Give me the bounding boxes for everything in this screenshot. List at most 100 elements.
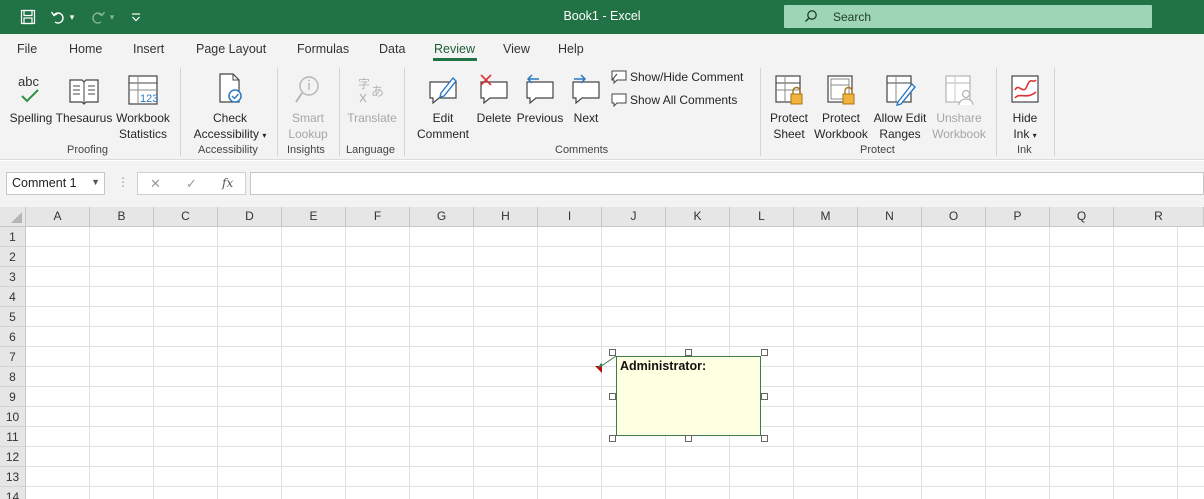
- redo-icon[interactable]: [88, 8, 108, 26]
- protect-workbook-button[interactable]: Protect Workbook: [812, 70, 870, 142]
- tab-help[interactable]: Help: [558, 42, 584, 56]
- group-accessibility-label: Accessibility: [198, 144, 258, 156]
- column-header-g[interactable]: G: [410, 207, 474, 227]
- formula-buttons: ✕ ✓ fx: [137, 172, 246, 195]
- column-header-e[interactable]: E: [282, 207, 346, 227]
- ribbon-separator: [277, 68, 278, 156]
- resize-handle-top-right[interactable]: [761, 349, 768, 356]
- row-header-5[interactable]: 5: [0, 307, 26, 327]
- row-header-4[interactable]: 4: [0, 287, 26, 307]
- column-header-n[interactable]: N: [858, 207, 922, 227]
- tab-data[interactable]: Data: [379, 42, 405, 56]
- tab-home[interactable]: Home: [69, 42, 102, 56]
- select-all-button[interactable]: [0, 207, 26, 227]
- protect-workbook-label-2: Workbook: [814, 127, 868, 141]
- formula-input[interactable]: [250, 172, 1204, 195]
- column-header-d[interactable]: D: [218, 207, 282, 227]
- row-header-12[interactable]: 12: [0, 447, 26, 467]
- tab-review[interactable]: Review: [434, 42, 475, 56]
- workbook-statistics-label-1: Workbook: [116, 111, 170, 125]
- row-header-11[interactable]: 11: [0, 427, 26, 447]
- redo-dropdown-icon[interactable]: ▾: [106, 8, 118, 26]
- undo-icon[interactable]: [48, 8, 68, 26]
- resize-handle-top[interactable]: [685, 349, 692, 356]
- resize-handle-right[interactable]: [761, 393, 768, 400]
- customize-toolbar-icon[interactable]: [126, 8, 146, 26]
- next-comment-button[interactable]: Next: [566, 70, 606, 126]
- row-header-10[interactable]: 10: [0, 407, 26, 427]
- show-hide-comment-label: Show/Hide Comment: [630, 70, 744, 84]
- resize-handle-bottom-left[interactable]: [609, 435, 616, 442]
- show-all-comments-button[interactable]: Show All Comments: [611, 93, 737, 107]
- row-header-8[interactable]: 8: [0, 367, 26, 387]
- confirm-entry-icon[interactable]: ✓: [186, 176, 197, 192]
- tab-insert[interactable]: Insert: [133, 42, 164, 56]
- column-header-q[interactable]: Q: [1050, 207, 1114, 227]
- thesaurus-label: Thesaurus: [55, 111, 113, 125]
- column-header-k[interactable]: K: [666, 207, 730, 227]
- resize-handle-bottom-right[interactable]: [761, 435, 768, 442]
- formula-bar-grip-icon[interactable]: ⋮: [117, 175, 129, 189]
- column-header-a[interactable]: A: [26, 207, 90, 227]
- row-header-2[interactable]: 2: [0, 247, 26, 267]
- previous-comment-button[interactable]: Previous: [516, 70, 564, 126]
- comment-box[interactable]: Administrator:: [616, 356, 761, 436]
- previous-comment-label: Previous: [516, 111, 564, 125]
- smart-lookup-button[interactable]: Smart Lookup: [283, 70, 333, 142]
- check-accessibility-button[interactable]: Check Accessibility ▾: [188, 70, 272, 144]
- edit-comment-button[interactable]: Edit Comment: [414, 70, 472, 142]
- group-protect-label: Protect: [860, 144, 895, 156]
- hide-ink-button[interactable]: Hide Ink ▾: [1004, 70, 1046, 144]
- column-header-c[interactable]: C: [154, 207, 218, 227]
- workbook-statistics-button[interactable]: 123 Workbook Statistics: [114, 70, 172, 142]
- spelling-button[interactable]: abc Spelling: [8, 70, 54, 126]
- resize-handle-top-left[interactable]: [609, 349, 616, 356]
- save-icon[interactable]: [18, 8, 38, 26]
- column-header-l[interactable]: L: [730, 207, 794, 227]
- delete-comment-button[interactable]: Delete: [474, 70, 514, 126]
- allow-edit-ranges-button[interactable]: Allow Edit Ranges: [872, 70, 928, 142]
- workbook-statistics-icon: 123: [125, 70, 161, 106]
- tab-file[interactable]: File: [17, 42, 37, 56]
- column-header-m[interactable]: M: [794, 207, 858, 227]
- protect-workbook-label-1: Protect: [821, 111, 860, 125]
- translate-button[interactable]: 字あ Translate: [344, 70, 400, 126]
- tab-page-layout[interactable]: Page Layout: [196, 42, 266, 56]
- column-header-b[interactable]: B: [90, 207, 154, 227]
- show-hide-comment-button[interactable]: Show/Hide Comment: [611, 70, 743, 84]
- row-header-6[interactable]: 6: [0, 327, 26, 347]
- column-header-i[interactable]: I: [538, 207, 602, 227]
- column-header-p[interactable]: P: [986, 207, 1050, 227]
- name-box[interactable]: Comment 1 ▼: [6, 172, 105, 195]
- resize-handle-left[interactable]: [609, 393, 616, 400]
- excel-window: ▾ ▾ Book1 - Excel Search File Home Inser…: [0, 0, 1204, 499]
- column-header-o[interactable]: O: [922, 207, 986, 227]
- tab-formulas[interactable]: Formulas: [297, 42, 349, 56]
- cancel-entry-icon[interactable]: ✕: [150, 176, 161, 192]
- column-header-f[interactable]: F: [346, 207, 410, 227]
- check-accessibility-icon: [212, 70, 248, 106]
- comment-connector-arrow: [597, 355, 617, 369]
- column-header-r[interactable]: R: [1114, 207, 1204, 227]
- protect-sheet-button[interactable]: Protect Sheet: [766, 70, 812, 142]
- group-insights-label: Insights: [287, 144, 325, 156]
- unshare-workbook-icon: [941, 70, 977, 106]
- row-header-9[interactable]: 9: [0, 387, 26, 407]
- row-header-3[interactable]: 3: [0, 267, 26, 287]
- row-header-13[interactable]: 13: [0, 467, 26, 487]
- resize-handle-bottom[interactable]: [685, 435, 692, 442]
- protect-sheet-label-2: Sheet: [773, 127, 805, 141]
- hide-ink-icon: [1007, 70, 1043, 106]
- row-header-14[interactable]: 14: [0, 487, 26, 499]
- name-box-dropdown-icon[interactable]: ▼: [91, 177, 100, 187]
- search-box[interactable]: Search: [784, 5, 1152, 28]
- insert-function-icon[interactable]: fx: [222, 176, 233, 190]
- unshare-workbook-button[interactable]: Unshare Workbook: [929, 70, 989, 142]
- undo-dropdown-icon[interactable]: ▾: [66, 8, 78, 26]
- column-header-j[interactable]: J: [602, 207, 666, 227]
- thesaurus-button[interactable]: Thesaurus: [55, 70, 113, 126]
- row-header-7[interactable]: 7: [0, 347, 26, 367]
- row-header-1[interactable]: 1: [0, 227, 26, 247]
- column-header-h[interactable]: H: [474, 207, 538, 227]
- tab-view[interactable]: View: [503, 42, 530, 56]
